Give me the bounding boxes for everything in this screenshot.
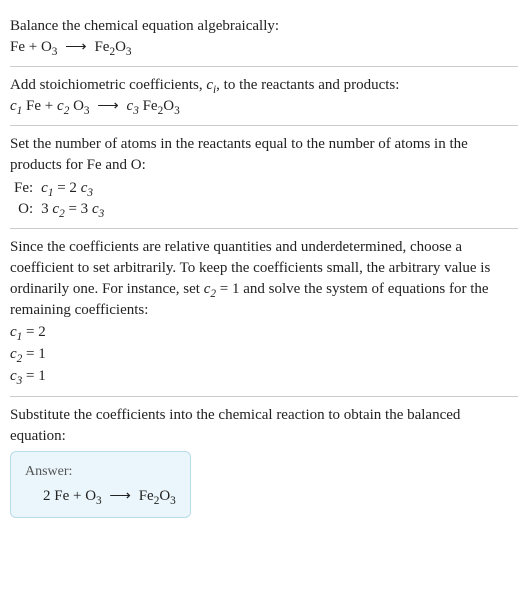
section-atom-balance: Set the number of atoms in the reactants… — [10, 126, 518, 228]
coeff-intro: Add stoichiometric coefficients, ci, to … — [10, 75, 518, 96]
ci-symbol: ci — [206, 77, 216, 93]
equation-unbalanced: Fe + O3 ⟶ Fe2O3 — [10, 37, 518, 58]
text: Add stoichiometric coefficients, — [10, 77, 206, 93]
element-label: Fe: — [10, 178, 37, 199]
answer-intro: Substitute the coefficients into the che… — [10, 405, 518, 447]
balance-eq: 3 c2 = 3 c3 — [37, 199, 108, 220]
c3: c3 — [127, 98, 139, 114]
balance-intro: Set the number of atoms in the reactants… — [10, 134, 518, 176]
section-coefficients: Add stoichiometric coefficients, ci, to … — [10, 67, 518, 125]
c2-symbol: c2 — [204, 281, 216, 297]
equation-with-coeffs: c1 Fe + c2 O3 ⟶ c3 Fe2O3 — [10, 96, 518, 117]
c1: c1 — [10, 98, 22, 114]
intro-text: Balance the chemical equation algebraica… — [10, 16, 518, 37]
section-answer: Substitute the coefficients into the che… — [10, 397, 518, 526]
solve-intro: Since the coefficients are relative quan… — [10, 237, 518, 321]
balance-table: Fe: c1 = 2 c3 O: 3 c2 = 3 c3 — [10, 178, 108, 220]
coeff-result: c1 = 2 — [10, 322, 518, 343]
answer-label: Answer: — [25, 462, 176, 482]
table-row: O: 3 c2 = 3 c3 — [10, 199, 108, 220]
text: , to the reactants and products: — [216, 77, 399, 93]
section-intro: Balance the chemical equation algebraica… — [10, 8, 518, 66]
balanced-equation: 2 Fe + O3 ⟶ Fe2O3 — [25, 486, 176, 507]
coeff-result: c2 = 1 — [10, 344, 518, 365]
answer-box: Answer: 2 Fe + O3 ⟶ Fe2O3 — [10, 451, 191, 518]
element-label: O: — [10, 199, 37, 220]
c2: c2 — [57, 98, 69, 114]
section-solve: Since the coefficients are relative quan… — [10, 229, 518, 396]
coeff-result: c3 = 1 — [10, 366, 518, 387]
balance-eq: c1 = 2 c3 — [37, 178, 108, 199]
table-row: Fe: c1 = 2 c3 — [10, 178, 108, 199]
